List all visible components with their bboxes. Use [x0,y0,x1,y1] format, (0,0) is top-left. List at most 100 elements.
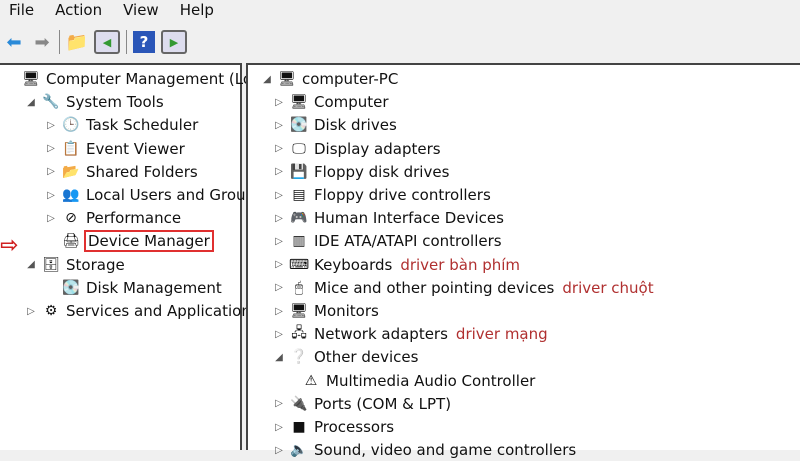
hid-icon: 🎮 [290,210,308,227]
tree-item-display-adapters[interactable]: ▷ 🖵 Display adapters [272,138,440,160]
expand-arrow-icon[interactable]: ▷ [272,213,286,224]
expand-arrow-icon[interactable]: ▷ [272,422,286,433]
tree-item-label: Multimedia Audio Controller [326,371,536,390]
tree-item-human-interface-devices[interactable]: ▷ 🎮 Human Interface Devices [272,207,504,229]
expand-arrow-icon[interactable]: ▷ [44,213,58,224]
monitor-icon: 🖥 [290,303,308,319]
tree-item-system-tools[interactable]: ◢ 🔧 System Tools [24,91,164,113]
tree-item-processors[interactable]: ▷ ■ Processors [272,416,394,438]
tree-item-local-users-and-groups[interactable]: ▷ 👥 Local Users and Groups [44,184,263,206]
tree-item-device-manager[interactable]: 🖨 Device Manager [44,230,214,253]
expand-arrow-icon[interactable]: ▷ [272,259,286,270]
tree-item-other-devices[interactable]: ◢ ❔ Other devices [272,346,418,368]
tree-item-label: Storage [66,255,125,274]
tree-item-label: Floppy drive controllers [314,186,491,204]
menu-help[interactable]: Help [171,0,226,22]
expand-arrow-icon[interactable]: ▷ [272,143,286,154]
tree-item-ide-ata-atapi-controllers[interactable]: ▷ ▥ IDE ATA/ATAPI controllers [272,230,501,252]
back-icon[interactable]: ⬅ [3,31,25,53]
tree-item-label: Shared Folders [86,162,198,181]
expand-arrow-icon[interactable]: ▷ [272,329,286,340]
tree-item-label: Task Scheduler [86,116,199,135]
tree-item-label: Ports (COM & LPT) [314,394,452,413]
tree-item-computer-pc[interactable]: ◢ 🖥 computer-PC [260,68,398,90]
tree-item-computer[interactable]: ▷ 🖥 Computer [272,91,389,113]
tree-item-computer-management-local[interactable]: 🖥 Computer Management (Local [4,68,274,90]
expand-arrow-icon[interactable]: ▷ [24,306,38,317]
annotation-note: driver chuột [562,278,654,297]
device-manager-icon: 🖨 [62,233,80,250]
tree-item-label: System Tools [66,93,164,112]
tree-item-floppy-disk-drives[interactable]: ▷ 💾 Floppy disk drives [272,161,449,183]
tree-item-label: Services and Applications [66,302,259,320]
event-viewer-icon: 📋 [62,140,80,157]
tree-item-storage[interactable]: ◢ 🗄 Storage [24,254,125,276]
tree-item-disk-management[interactable]: 💽 Disk Management [44,277,222,299]
toolbar: ⬅ ➡ 📁 ◀ ? ▶ [0,26,187,58]
tree-item-label: computer-PC [302,70,399,88]
device-tree-pane: ◢ 🖥 computer-PC ▷ 🖥 Computer ▷ 💽 Disk drives ▷ 🖵 Di… [246,63,800,459]
tree-item-floppy-drive-controllers[interactable]: ▷ ▤ Floppy drive controllers [272,184,491,206]
tree-item-shared-folders[interactable]: ▷ 📂 Shared Folders [44,161,198,183]
expand-arrow-icon[interactable]: ◢ [24,97,38,108]
menu-file[interactable]: File [0,0,46,22]
expand-arrow-icon[interactable]: ▷ [272,282,286,293]
expand-arrow-icon[interactable]: ▷ [44,143,58,154]
ide-icon: ▥ [292,233,306,250]
menu-view[interactable]: View [114,0,171,22]
tree-item-label: Computer Management (Local [46,70,274,88]
up-folder-icon[interactable]: 📁 [66,31,88,53]
expand-arrow-icon[interactable]: ▷ [272,445,286,456]
expand-arrow-icon[interactable]: ▷ [272,306,286,317]
tree-item-monitors[interactable]: ▷ 🖥 Monitors [272,300,379,322]
tree-item-keyboards[interactable]: ▷ ⌨ Keyboards driver bàn phím [272,254,520,276]
tree-item-mice-and-other-pointing-devices[interactable]: ▷ 🖱 Mice and other pointing devices driver … [272,277,654,299]
tree-item-ports-com-lpt[interactable]: ▷ 🔌 Ports (COM & LPT) [272,393,451,415]
forward-icon[interactable]: ➡ [31,31,53,53]
expand-arrow-icon[interactable]: ◢ [272,352,286,363]
other-devices-icon: ❔ [290,349,308,366]
tree-item-event-viewer[interactable]: ▷ 📋 Event Viewer [44,138,185,160]
show-hide-action-pane-icon[interactable]: ▶ [161,30,187,54]
help-icon[interactable]: ? [133,31,155,53]
menu-action[interactable]: Action [46,0,114,22]
expand-arrow-icon[interactable]: ◢ [260,74,274,85]
expand-arrow-icon[interactable]: ▷ [44,120,58,131]
expand-arrow-icon[interactable]: ▷ [272,120,286,131]
tree-item-label: Human Interface Devices [314,209,504,228]
annotation-note: driver mạng [455,325,548,344]
tree-item-label: Performance [86,209,182,228]
processor-icon: ■ [292,419,306,435]
tree-item-label: Local Users and Groups [86,186,263,204]
expand-arrow-icon[interactable]: ▷ [44,190,58,201]
disk-icon: 💽 [62,279,80,296]
mouse-icon: 🖱 [294,279,304,296]
tree-item-label: Device Manager [84,230,214,253]
tree-item-label: Disk Management [86,278,222,297]
tree-item-performance[interactable]: ▷ ⊘ Performance [44,207,181,229]
display-icon: 🖵 [292,140,306,157]
expand-arrow-icon[interactable]: ▷ [272,166,286,177]
expand-arrow-icon[interactable]: ▷ [272,190,286,201]
tree-item-label: Monitors [314,302,379,320]
show-hide-console-tree-icon[interactable]: ◀ [94,30,120,54]
computer-management-icon: 🖥 [22,71,40,87]
toolbar-separator [59,30,60,54]
expand-arrow-icon[interactable]: ▷ [272,97,286,108]
tree-item-network-adapters[interactable]: ▷ 🖧 Network adapters driver mạng [272,323,548,345]
tree-item-label: Sound, video and game controllers [314,441,577,460]
tree-item-task-scheduler[interactable]: ▷ 🕒 Task Scheduler [44,114,198,136]
sound-icon: 🔈 [290,442,308,459]
performance-icon: ⊘ [65,210,77,227]
expand-arrow-icon[interactable]: ▷ [44,166,58,177]
tree-item-multimedia-audio-controller[interactable]: ⚠ Multimedia Audio Controller [284,370,536,392]
expand-arrow-icon[interactable]: ◢ [24,259,38,270]
tools-icon: 🔧 [42,94,60,111]
tree-item-sound-video-and-game-controllers[interactable]: ▷ 🔈 Sound, video and game controllers [272,439,576,461]
expand-arrow-icon[interactable]: ▷ [272,398,286,409]
tree-item-disk-drives[interactable]: ▷ 💽 Disk drives [272,114,397,136]
expand-arrow-icon[interactable]: ▷ [272,236,286,247]
tree-item-label: Network adapters [314,325,448,344]
tree-item-services-and-applications[interactable]: ▷ ⚙ Services and Applications [24,300,259,322]
tree-item-label: Computer [314,93,389,112]
